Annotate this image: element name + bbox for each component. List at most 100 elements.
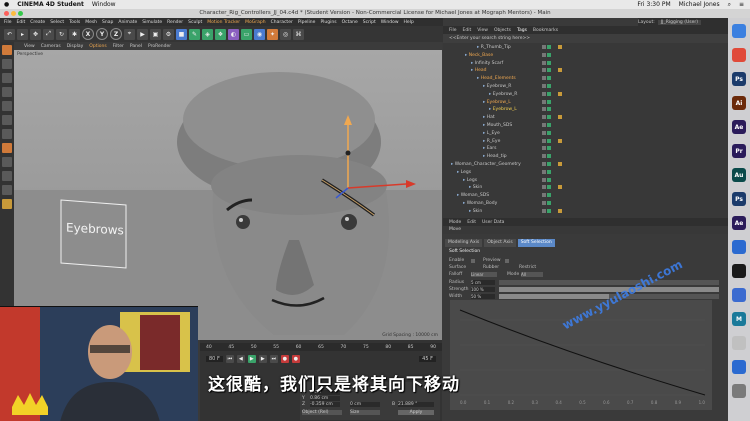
menu-render[interactable]: Render <box>167 20 183 25</box>
visibility-dot-icon[interactable] <box>542 60 546 65</box>
render-dot-icon[interactable] <box>547 146 551 151</box>
viewport-menu-display[interactable]: Display <box>67 44 84 49</box>
play-icon[interactable]: ▶ <box>247 355 256 363</box>
timeline-ruler[interactable]: 40 45 50 55 60 65 70 75 80 85 90 <box>200 343 442 351</box>
dock-app-icon[interactable]: Pr <box>732 144 746 158</box>
octane-icon[interactable]: ◎ <box>280 28 291 40</box>
object-row[interactable]: ▸ Eyebrow_R <box>489 91 728 98</box>
object-row[interactable]: ▸ Legs <box>463 177 723 184</box>
object-menu-objects[interactable]: Objects <box>494 28 511 33</box>
menu-pipeline[interactable]: Pipeline <box>298 20 316 25</box>
tab-soft-selection[interactable]: Soft Selection <box>517 239 555 247</box>
tag-icon[interactable] <box>558 162 562 166</box>
object-menu-tags[interactable]: Tags <box>517 28 527 33</box>
render-dot-icon[interactable] <box>547 45 551 49</box>
viewport-menu-cameras[interactable]: Cameras <box>41 44 61 49</box>
render-dot-icon[interactable] <box>547 193 551 198</box>
object-row[interactable]: ▸ Woman_SDS <box>457 192 717 199</box>
tag-icon[interactable] <box>558 208 562 213</box>
dock-app-icon[interactable] <box>732 288 746 302</box>
next-key-icon[interactable]: ▶ <box>258 355 267 363</box>
menu-animate[interactable]: Animate <box>118 20 137 25</box>
visibility-dot-icon[interactable] <box>542 169 546 174</box>
camera-icon[interactable]: ◉ <box>254 28 265 40</box>
menu-create[interactable]: Create <box>30 20 45 25</box>
go-to-end-icon[interactable]: ⏭ <box>269 355 278 363</box>
render-dot-icon[interactable] <box>547 177 551 182</box>
menu-octane[interactable]: Octane <box>342 20 358 25</box>
zoom-window-button[interactable] <box>18 11 23 16</box>
attributes-menu-mode[interactable]: Mode <box>449 220 461 225</box>
object-row[interactable]: ▸ Skin <box>469 184 728 191</box>
object-row[interactable]: ▸ Infinity Scarf <box>471 60 728 67</box>
previous-key-icon[interactable]: ◀ <box>236 355 245 363</box>
dock-app-icon[interactable]: Ps <box>732 192 746 206</box>
object-row[interactable]: ▸ Head_Elements <box>477 75 728 82</box>
menu-snap[interactable]: Snap <box>102 20 113 25</box>
object-row[interactable]: ▸ Woman_Character_Geometry <box>451 161 711 168</box>
go-to-start-icon[interactable]: ⏮ <box>225 355 234 363</box>
menu-icon[interactable]: ≡ <box>739 1 744 8</box>
falloff-select[interactable]: Linear <box>471 272 497 277</box>
visibility-dot-icon[interactable] <box>542 201 546 205</box>
menu-mograph[interactable]: MoGraph <box>245 20 265 25</box>
clock[interactable]: Fri 3:30 PM <box>637 1 670 8</box>
make-editable-icon[interactable] <box>2 45 12 55</box>
menu-mesh[interactable]: Mesh <box>85 20 97 25</box>
render-dot-icon[interactable] <box>547 91 551 96</box>
strength-field[interactable]: 100 % <box>471 287 495 292</box>
object-row[interactable]: ▸ Mouth_SDS <box>483 122 728 129</box>
pen-icon[interactable]: ✎ <box>189 28 200 40</box>
attributes-menu-user-data[interactable]: User Data <box>482 220 504 225</box>
y-axis-lock-button[interactable]: Y <box>96 28 108 40</box>
render-dot-icon[interactable] <box>547 84 551 88</box>
texture-mode-icon[interactable] <box>2 73 12 83</box>
dock-app-icon[interactable]: M <box>732 312 746 326</box>
edges-mode-icon[interactable] <box>2 115 12 125</box>
render-dot-icon[interactable] <box>547 185 551 190</box>
render-dot-icon[interactable] <box>547 154 551 159</box>
end-frame-field[interactable]: 45 F <box>419 356 436 362</box>
object-menu-file[interactable]: File <box>449 28 457 33</box>
user-name[interactable]: Michael Jones <box>679 1 720 8</box>
viewport-menu-filter[interactable]: Filter <box>113 44 124 49</box>
visibility-dot-icon[interactable] <box>542 123 546 127</box>
object-search-input[interactable]: <<Enter your search string here>> <box>443 34 728 43</box>
size-mode-select[interactable]: Size <box>350 410 380 415</box>
app-menu[interactable]: CINEMA 4D Student <box>17 1 84 8</box>
move-icon[interactable]: ✥ <box>30 28 41 40</box>
visibility-dot-icon[interactable] <box>542 130 546 135</box>
visibility-dot-icon[interactable] <box>542 193 546 198</box>
render-dot-icon[interactable] <box>547 123 551 127</box>
solo-icon[interactable] <box>2 199 12 209</box>
width-field[interactable]: 50 % <box>471 294 495 299</box>
viewport-menu-prorender[interactable]: ProRender <box>148 44 171 49</box>
object-menu-view[interactable]: View <box>477 28 488 33</box>
object-row[interactable]: ▸ Eyebrow_L <box>489 106 728 113</box>
visibility-dot-icon[interactable] <box>542 99 546 104</box>
subdivision-icon[interactable]: ◈ <box>202 28 213 40</box>
recent-tools-icon[interactable]: ✱ <box>69 28 80 40</box>
current-frame-field[interactable]: 80 F <box>206 356 223 362</box>
visibility-dot-icon[interactable] <box>542 146 546 151</box>
preview-checkbox[interactable] <box>505 259 509 263</box>
array-icon[interactable]: ❖ <box>215 28 226 40</box>
object-row[interactable]: ▸ Eyebrow_R <box>483 83 728 90</box>
object-row[interactable]: ▸ Head <box>471 67 728 74</box>
dock-app-icon[interactable]: Ps <box>732 72 746 86</box>
object-row[interactable]: ▸ R_Eye <box>483 138 728 145</box>
light-icon[interactable]: ✦ <box>267 28 278 40</box>
coordinate-system-icon[interactable]: ⌖ <box>124 28 135 40</box>
radius-field[interactable]: 5 cm <box>471 280 495 285</box>
viewport-menu-view[interactable]: View <box>24 44 35 49</box>
window-menu[interactable]: Window <box>92 1 116 8</box>
render-dot-icon[interactable] <box>547 76 551 81</box>
live-selection-icon[interactable]: ▸ <box>17 28 28 40</box>
render-dot-icon[interactable] <box>547 107 551 112</box>
render-settings-icon[interactable]: ⚙ <box>163 28 174 40</box>
tab-modeling-axis[interactable]: Modeling Axis <box>445 239 483 247</box>
dock-app-icon[interactable]: Ai <box>732 96 746 110</box>
menu-motion-tracker[interactable]: Motion Tracker <box>207 20 240 25</box>
model-mode-icon[interactable] <box>2 59 12 69</box>
object-row[interactable]: ▸ Head_tip <box>483 153 728 160</box>
